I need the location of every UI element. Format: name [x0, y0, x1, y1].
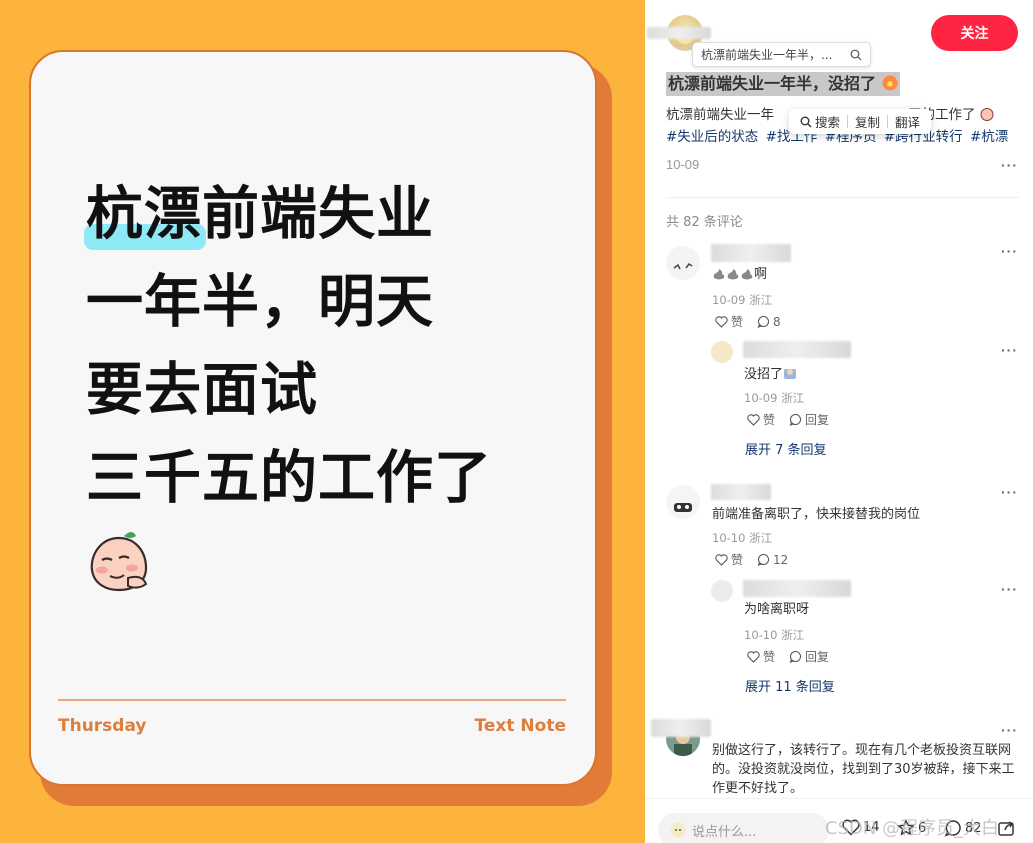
peach-emoji-icon	[980, 107, 994, 121]
headline-line-4: 三千五的工作了	[86, 445, 492, 511]
comment-meta: 10-09 浙江	[712, 293, 773, 307]
comment-icon	[789, 650, 802, 663]
heart-icon	[747, 650, 760, 663]
reply-button[interactable]: 回复	[789, 411, 829, 428]
comment-count: 共 82 条评论	[666, 215, 743, 230]
comment-icon	[944, 820, 961, 837]
comment-icon	[757, 553, 770, 566]
selection-copy-button[interactable]: 复制	[848, 112, 887, 131]
like-button[interactable]: 赞	[715, 313, 743, 330]
commenter-name-blurred[interactable]	[651, 719, 711, 737]
headline-line-3: 要去面试	[86, 357, 318, 423]
reply-actions: 赞 回复	[747, 648, 829, 665]
reply-text: 没招了	[744, 365, 797, 384]
commenter-name-blurred[interactable]	[711, 484, 771, 500]
author-name-blurred[interactable]	[647, 27, 711, 39]
card-footer-day: Thursday	[58, 716, 147, 736]
replier-name-blurred[interactable]	[743, 341, 851, 358]
comment-actions: 赞 8	[715, 313, 781, 330]
sweat-emoji-icon	[783, 367, 797, 382]
comment-actions: 赞 12	[715, 551, 788, 568]
comment-input-placeholder: 说点什么...	[692, 824, 757, 840]
expand-replies-link[interactable]: 展开 11 条回复	[745, 676, 835, 695]
commenter-name-blurred[interactable]	[711, 244, 791, 262]
comment-icon	[757, 315, 770, 328]
comment-count-button[interactable]: 82	[944, 819, 982, 837]
text-card: 杭漂前端失业 一年半，明天 要去面试 三千五的工作了 Thursday Text…	[29, 50, 597, 786]
search-suggestion-text: 杭漂前端失业一年半，...	[701, 48, 833, 62]
note-detail-panel: 关注 杭漂前端失业一年半，... 杭漂前端失业一年半，没招了 杭漂前端失业一年五…	[645, 0, 1033, 843]
reply-button[interactable]: 12	[757, 551, 788, 568]
peach-sticker-icon	[86, 528, 152, 594]
poop-emoji-icon	[726, 267, 740, 282]
reply-text: 为啥离职呀	[744, 602, 810, 617]
more-options-icon[interactable]: ···	[1001, 484, 1018, 500]
comment-text: 啊	[712, 265, 767, 284]
poop-emoji-icon	[712, 267, 726, 282]
heart-icon	[715, 315, 728, 328]
commenter-avatar[interactable]	[666, 246, 700, 280]
heart-icon	[747, 413, 760, 426]
comment-text: 别做这行了，该转行了。现在有几个老板投资互联网 的。没投资就没岗位，找到到了30…	[712, 743, 1015, 796]
comment-text: 前端准备离职了，快来接替我的岗位	[712, 507, 921, 522]
more-options-icon[interactable]: ···	[1001, 243, 1018, 259]
replier-avatar[interactable]	[711, 341, 733, 363]
like-button[interactable]: 赞	[747, 648, 775, 665]
commenter-avatar[interactable]	[666, 485, 700, 519]
note-image[interactable]: 杭漂前端失业 一年半，明天 要去面试 三千五的工作了 Thursday Text…	[0, 0, 645, 843]
follow-button[interactable]: 关注	[931, 15, 1018, 51]
collect-count-button[interactable]: 6	[897, 819, 926, 837]
reply-meta: 10-10 浙江	[744, 628, 805, 642]
poop-emoji-icon	[740, 267, 754, 282]
replier-avatar[interactable]	[711, 580, 733, 602]
search-icon	[850, 49, 862, 61]
share-button[interactable]	[997, 819, 1015, 837]
comment-meta: 10-10 浙江	[712, 531, 773, 545]
comment-icon	[789, 413, 802, 426]
more-options-icon[interactable]: ···	[1001, 342, 1018, 358]
user-avatar-icon	[670, 822, 686, 838]
fire-emoji-icon	[882, 75, 898, 91]
reply-button[interactable]: 回复	[789, 648, 829, 665]
comment-input[interactable]: 说点什么...	[658, 813, 829, 843]
reply-actions: 赞 回复	[747, 411, 829, 428]
heart-icon	[715, 553, 728, 566]
note-date: 10-09	[666, 157, 700, 172]
more-options-icon[interactable]: ···	[1001, 157, 1018, 173]
replier-name-blurred[interactable]	[743, 580, 851, 597]
headline-highlight: 杭漂	[84, 170, 206, 258]
tag-link[interactable]: #失业后的状态	[666, 129, 758, 145]
card-divider	[58, 699, 566, 701]
expand-replies-link[interactable]: 展开 7 条回复	[745, 439, 827, 458]
reply-meta: 10-09 浙江	[744, 391, 805, 405]
headline-line-2: 一年半，明天	[86, 269, 434, 335]
more-options-icon[interactable]: ···	[1001, 722, 1018, 738]
selection-search-button[interactable]: 搜索	[793, 112, 847, 131]
note-title: 杭漂前端失业一年半，没招了	[666, 72, 900, 96]
like-button[interactable]: 赞	[715, 551, 743, 568]
bottom-action-bar: 说点什么... 14 6 82 CSDN @程序员_大白	[645, 798, 1033, 843]
search-icon	[800, 116, 812, 127]
like-button[interactable]: 赞	[747, 411, 775, 428]
card-footer-label: Text Note	[474, 716, 566, 736]
share-icon	[998, 821, 1014, 836]
tag-link[interactable]: #杭漂	[970, 129, 1008, 145]
selection-translate-button[interactable]: 翻译	[888, 112, 927, 131]
reply-button[interactable]: 8	[757, 313, 781, 330]
heart-icon	[842, 819, 860, 836]
headline-line-1: 杭漂前端失业	[84, 170, 586, 258]
like-count-button[interactable]: 14	[842, 819, 880, 836]
more-options-icon[interactable]: ···	[1001, 581, 1018, 597]
divider	[666, 197, 1019, 198]
card-headline: 杭漂前端失业 一年半，明天 要去面试 三千五的工作了	[84, 170, 586, 522]
search-suggestion-popup[interactable]: 杭漂前端失业一年半，...	[692, 42, 871, 67]
star-icon	[897, 819, 915, 836]
text-selection-menu: 搜索 复制 翻译	[789, 109, 932, 134]
